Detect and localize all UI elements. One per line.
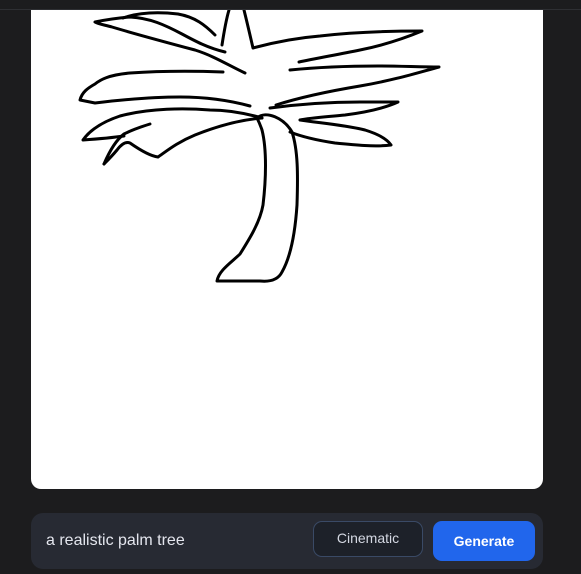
drawing-canvas[interactable] — [31, 10, 543, 489]
generate-button[interactable]: Generate — [433, 521, 535, 561]
top-bar — [0, 0, 581, 10]
palm-tree-sketch — [78, 10, 441, 283]
style-button[interactable]: Cinematic — [313, 521, 423, 557]
prompt-bar: a realistic palm tree Cinematic Generate — [31, 513, 543, 569]
prompt-input[interactable]: a realistic palm tree — [46, 513, 185, 569]
